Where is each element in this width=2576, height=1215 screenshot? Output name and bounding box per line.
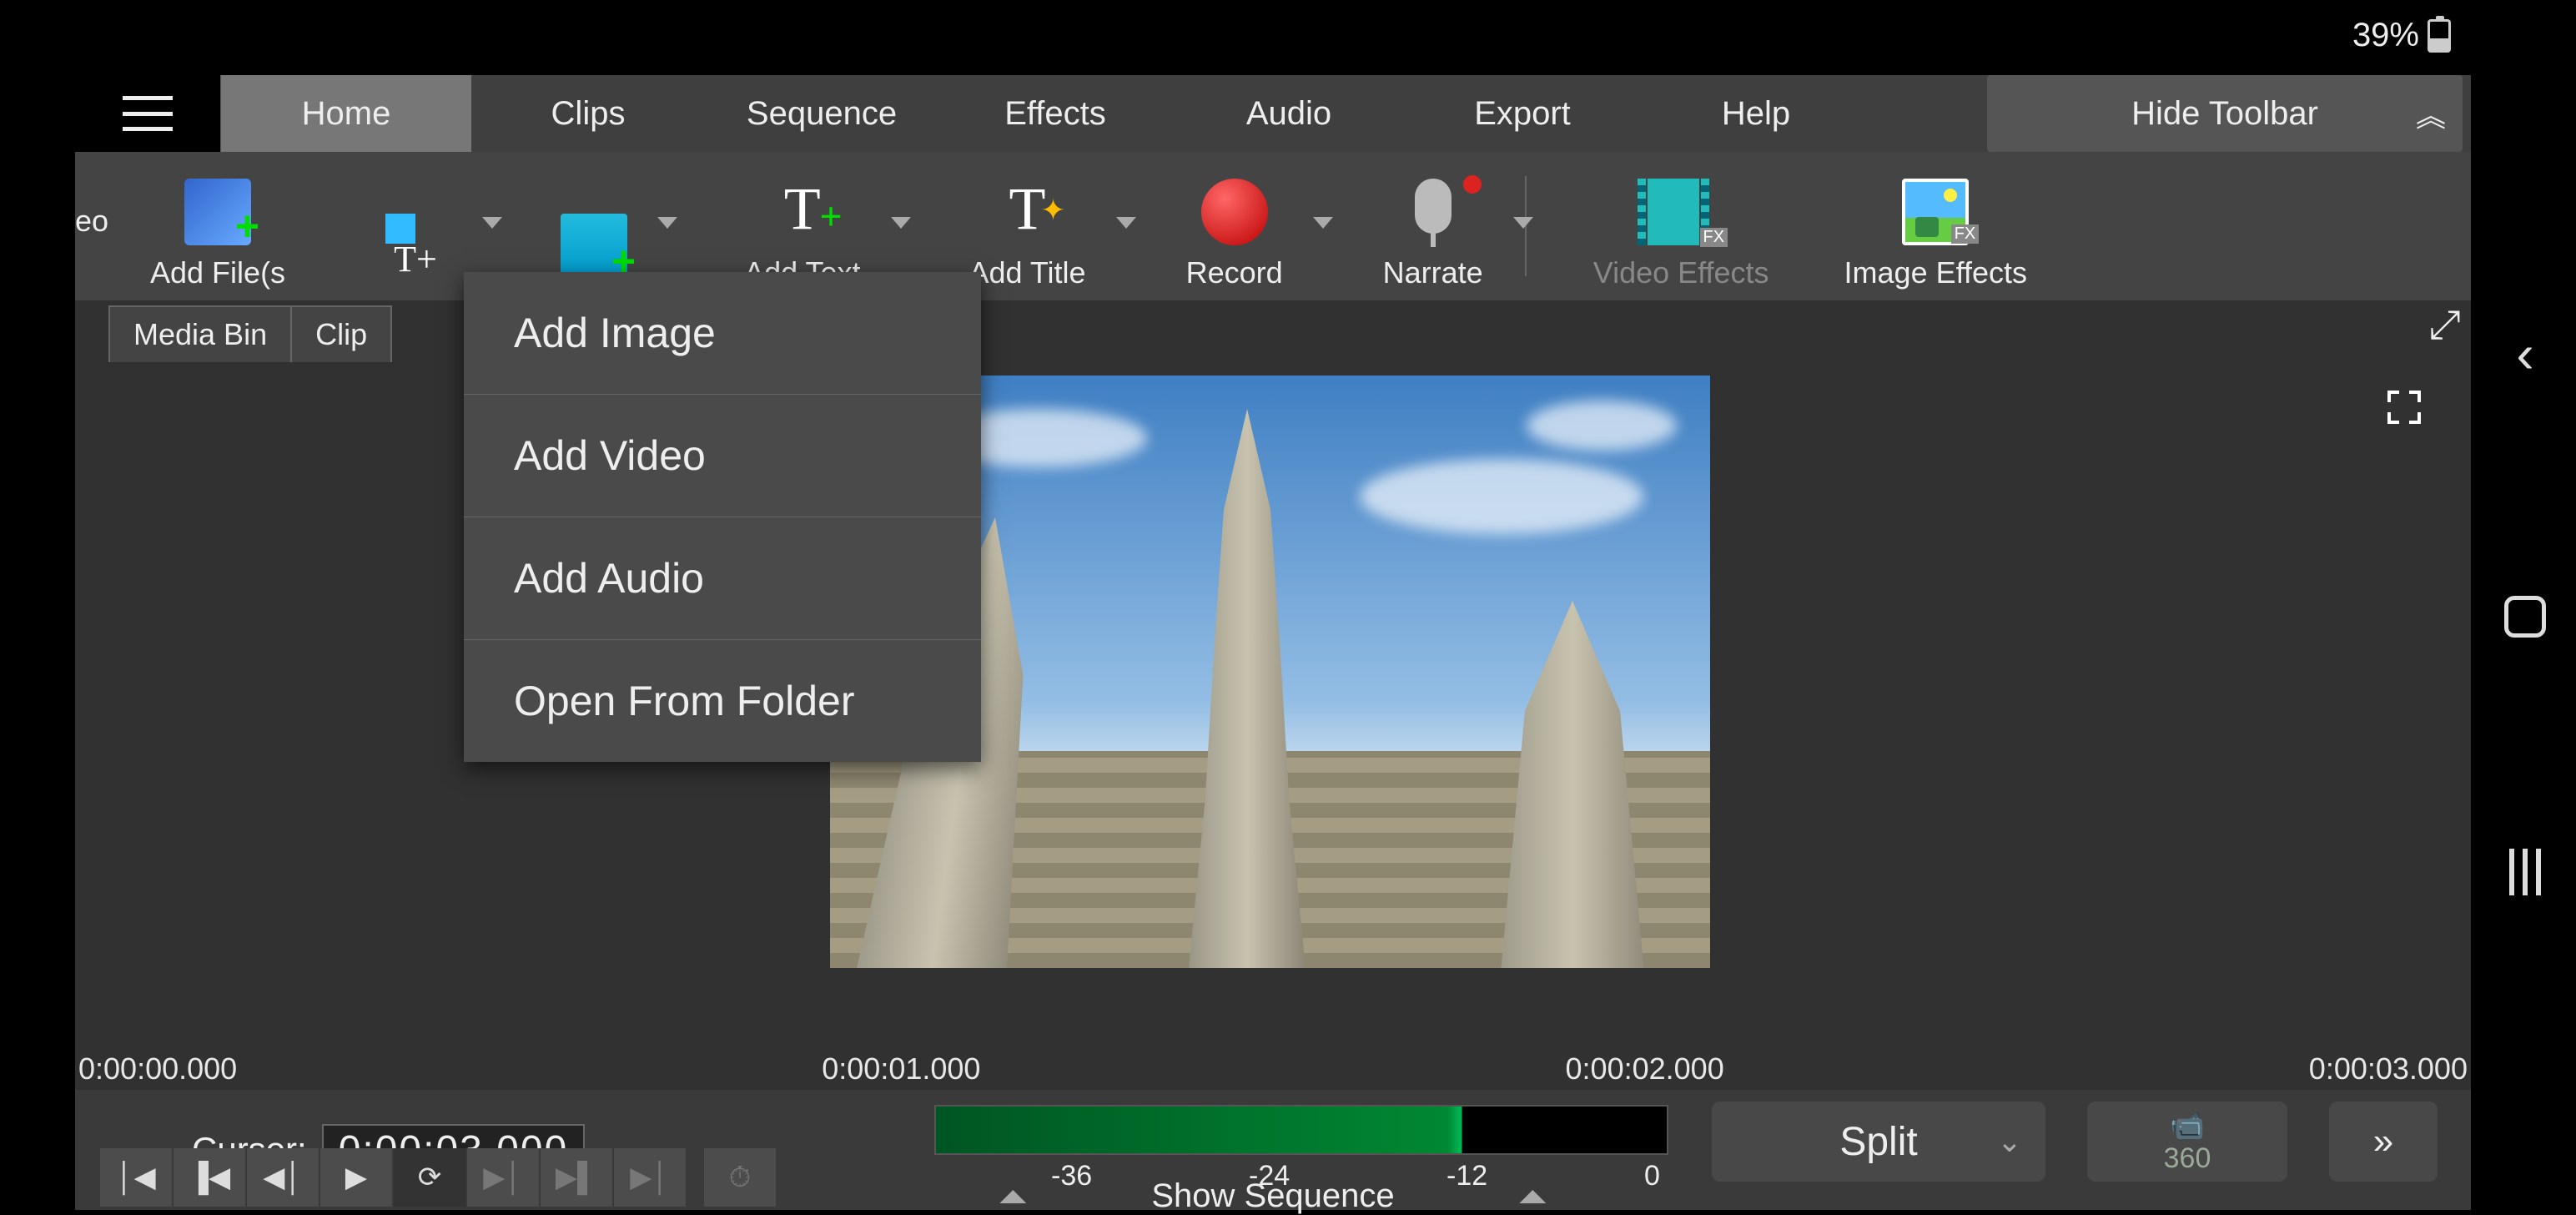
record-label: Record bbox=[1186, 255, 1283, 290]
time-ruler[interactable]: 0:00:00.000 0:00:01.000 0:00:02.000 0:00… bbox=[75, 1051, 2471, 1090]
toolbar-row: deo Add File(s T Add Text T Add Titl bbox=[75, 152, 2471, 300]
play-button[interactable]: ▶ bbox=[320, 1148, 394, 1207]
menu-tabs-row: Home Clips Sequence Effects Audio Export… bbox=[75, 75, 2471, 152]
blank-clip-icon bbox=[561, 214, 627, 280]
tab-help[interactable]: Help bbox=[1639, 75, 1873, 152]
ruler-mark-0: 0:00:00.000 bbox=[78, 1051, 237, 1090]
chevron-down-icon[interactable] bbox=[1313, 217, 1333, 229]
record-icon bbox=[1201, 179, 1268, 245]
step-back-button[interactable]: ◀│ bbox=[247, 1148, 320, 1207]
chevron-down-icon[interactable]: ⌄ bbox=[1997, 1124, 2022, 1159]
tab-clips[interactable]: Clips bbox=[471, 75, 705, 152]
add-title-label: Add Title bbox=[969, 255, 1086, 290]
play-forward-button[interactable]: ▶│ bbox=[467, 1148, 541, 1207]
sub-tab-clip[interactable]: Clip bbox=[292, 305, 392, 362]
more-button[interactable]: » bbox=[2329, 1102, 2438, 1182]
toolbar-label-cut: deo bbox=[75, 204, 108, 239]
collapse-up-icon: ︽ bbox=[2416, 92, 2446, 135]
battery-percent: 39% bbox=[2352, 17, 2419, 54]
chevron-down-icon[interactable] bbox=[657, 217, 677, 229]
add-files-label: Add File(s bbox=[150, 255, 285, 290]
hamburger-menu-button[interactable] bbox=[75, 75, 221, 152]
narrate-label: Narrate bbox=[1383, 255, 1483, 290]
chevron-up-icon bbox=[1520, 1190, 1547, 1203]
battery-icon bbox=[2428, 19, 2451, 53]
hamburger-icon bbox=[123, 96, 173, 131]
main-app: Home Clips Sequence Effects Audio Export… bbox=[75, 75, 2471, 1210]
show-sequence-button[interactable]: Show Sequence bbox=[999, 1177, 1546, 1215]
video-effects-button[interactable]: FX Video Effects bbox=[1568, 152, 1794, 300]
record-button[interactable]: Record bbox=[1161, 152, 1308, 300]
chevron-up-icon bbox=[999, 1190, 1026, 1203]
status-bar: 39% bbox=[2352, 17, 2451, 54]
split-button[interactable]: Split ⌄ bbox=[1712, 1102, 2045, 1182]
add-files-button[interactable]: Add File(s bbox=[125, 152, 310, 300]
collapse-panel-icon[interactable]: ⤢ bbox=[2429, 302, 2461, 349]
double-chevron-right-icon: » bbox=[2373, 1121, 2393, 1162]
video-effects-icon: FX bbox=[1648, 179, 1714, 245]
chevron-down-icon[interactable] bbox=[1513, 217, 1533, 229]
ruler-mark-1: 0:00:01.000 bbox=[822, 1051, 980, 1090]
camera-360-icon: 📹 bbox=[2170, 1109, 2205, 1142]
image-effects-button[interactable]: FX Image Effects bbox=[1819, 152, 2052, 300]
add-dropdown-menu: Add Image Add Video Add Audio Open From … bbox=[464, 272, 981, 762]
menu-item-add-video[interactable]: Add Video bbox=[464, 395, 981, 517]
chevron-down-icon[interactable] bbox=[1116, 217, 1136, 229]
nav-home-icon[interactable] bbox=[2504, 596, 2546, 638]
fullscreen-icon[interactable] bbox=[2387, 391, 2421, 424]
nav-recents-icon[interactable] bbox=[2509, 849, 2541, 895]
speed-button[interactable]: ⏱ bbox=[704, 1148, 777, 1207]
tab-sequence[interactable]: Sequence bbox=[705, 75, 938, 152]
chevron-down-icon[interactable] bbox=[891, 217, 911, 229]
sub-tab-media-bin[interactable]: Media Bin bbox=[108, 305, 292, 362]
text-image-icon bbox=[385, 214, 452, 280]
meter-mark-0: 0 bbox=[1644, 1160, 1660, 1192]
android-nav-bar: ‹ bbox=[2479, 0, 2571, 1202]
hide-toolbar-label: Hide Toolbar bbox=[2131, 95, 2318, 133]
360-label: 360 bbox=[2164, 1142, 2211, 1175]
menu-item-add-audio[interactable]: Add Audio bbox=[464, 517, 981, 640]
transport-controls: │◀ ▐◀ ◀│ ▶ ⟳ ▶│ ▶▌ ▶│ ⏱ bbox=[100, 1148, 777, 1207]
narrate-button[interactable]: Narrate bbox=[1358, 152, 1508, 300]
add-text-image-button[interactable] bbox=[360, 152, 477, 300]
toolbar-item-cut-left[interactable]: deo bbox=[75, 204, 125, 249]
tab-export[interactable]: Export bbox=[1406, 75, 1639, 152]
microphone-icon bbox=[1400, 179, 1467, 245]
bottom-bar: Cursor: 0:00:03.000 │◀ ▐◀ ◀│ ▶ ⟳ ▶│ ▶▌ ▶… bbox=[75, 1090, 2471, 1210]
preview-area: Media Bin Clip ⤢ 0:00:00.000 0:00:01.000… bbox=[75, 300, 2471, 1090]
360-button[interactable]: 📹 360 bbox=[2087, 1102, 2287, 1182]
goto-start-button[interactable]: │◀ bbox=[100, 1148, 174, 1207]
ruler-mark-2: 0:00:02.000 bbox=[1566, 1051, 1724, 1090]
ruler-mark-3: 0:00:03.000 bbox=[2309, 1051, 2468, 1090]
tab-effects[interactable]: Effects bbox=[938, 75, 1172, 152]
image-effects-icon: FX bbox=[1902, 179, 1969, 245]
nav-back-icon[interactable]: ‹ bbox=[2516, 323, 2533, 385]
image-effects-label: Image Effects bbox=[1844, 255, 2027, 290]
chevron-down-icon[interactable] bbox=[482, 217, 502, 229]
video-effects-label: Video Effects bbox=[1593, 255, 1769, 290]
loop-button[interactable]: ⟳ bbox=[394, 1148, 467, 1207]
tab-audio[interactable]: Audio bbox=[1172, 75, 1406, 152]
meter-bar bbox=[934, 1105, 1668, 1155]
show-sequence-label: Show Sequence bbox=[1151, 1177, 1394, 1215]
split-label: Split bbox=[1839, 1119, 1917, 1165]
menu-item-add-image[interactable]: Add Image bbox=[464, 272, 981, 395]
next-clip-button[interactable]: ▶▌ bbox=[541, 1148, 614, 1207]
title-icon: T bbox=[994, 179, 1061, 245]
tab-home[interactable]: Home bbox=[221, 75, 471, 152]
add-file-icon bbox=[184, 179, 251, 245]
sub-tabs: Media Bin Clip bbox=[108, 305, 392, 362]
text-icon: T bbox=[769, 179, 836, 245]
menu-item-open-from-folder[interactable]: Open From Folder bbox=[464, 640, 981, 762]
hide-toolbar-button[interactable]: Hide Toolbar ︽ bbox=[1987, 75, 2463, 152]
goto-end-button[interactable]: ▶│ bbox=[614, 1148, 687, 1207]
prev-clip-button[interactable]: ▐◀ bbox=[174, 1148, 247, 1207]
